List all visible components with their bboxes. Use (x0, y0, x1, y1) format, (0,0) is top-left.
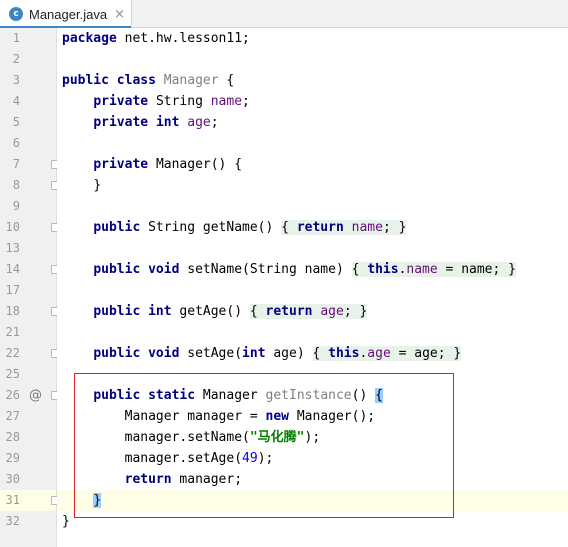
line-number: 6 (12, 136, 20, 150)
override-marker-icon[interactable]: @ (29, 388, 42, 403)
line-number: 13 (5, 241, 20, 255)
line-number: 1 (12, 31, 20, 45)
line-number: 14 (5, 262, 20, 276)
line-number: 32 (5, 514, 20, 528)
line-number: 25 (5, 367, 20, 381)
line-number: 28 (5, 430, 20, 444)
line-number: 4 (12, 94, 20, 108)
line-number: 10 (5, 220, 20, 234)
line-number: 26 (5, 388, 20, 402)
line-number: 30 (5, 472, 20, 486)
code-line: public int getAge() { return age; } (93, 304, 368, 319)
line-number: 27 (5, 409, 20, 423)
code-line: public void setName(String name) { this.… (93, 262, 516, 277)
line-number: 3 (12, 73, 20, 87)
line-number: 21 (5, 325, 20, 339)
code-line: package net.hw.lesson11; (62, 31, 250, 46)
line-number: 8 (12, 178, 20, 192)
line-number: 31 (5, 493, 20, 507)
code-line: private String name; (93, 94, 250, 109)
code-line: private int age; (93, 115, 219, 130)
line-number: 18 (5, 304, 20, 318)
close-icon[interactable]: × (114, 7, 125, 22)
code-line: } (93, 178, 102, 193)
line-number: 2 (12, 52, 20, 66)
editor-tab-bar: c Manager.java × (0, 0, 568, 28)
line-number: 5 (12, 115, 20, 129)
line-number-gutter: 1 2 3 4 5 6 7 8 9 10 13 14 17 18 21 22 2… (0, 28, 59, 547)
code-line: private Manager() { (93, 157, 243, 172)
line-number: 29 (5, 451, 20, 465)
code-line: public String getName() { return name; } (93, 220, 407, 235)
line-number: 17 (5, 283, 20, 297)
tab-title: Manager.java (29, 6, 108, 22)
code-line: } (62, 514, 70, 529)
highlight-annotation-box (74, 373, 454, 518)
line-number: 9 (12, 199, 20, 213)
code-editor[interactable]: package net.hw.lesson11; public class Ma… (57, 28, 568, 547)
line-number: 7 (12, 157, 20, 171)
code-line: public class Manager { (62, 73, 235, 88)
line-number: 22 (5, 346, 20, 360)
tab-manager-java[interactable]: c Manager.java × (0, 0, 132, 28)
code-line: public void setAge(int age) { this.age =… (93, 346, 462, 361)
java-class-icon: c (9, 7, 23, 21)
